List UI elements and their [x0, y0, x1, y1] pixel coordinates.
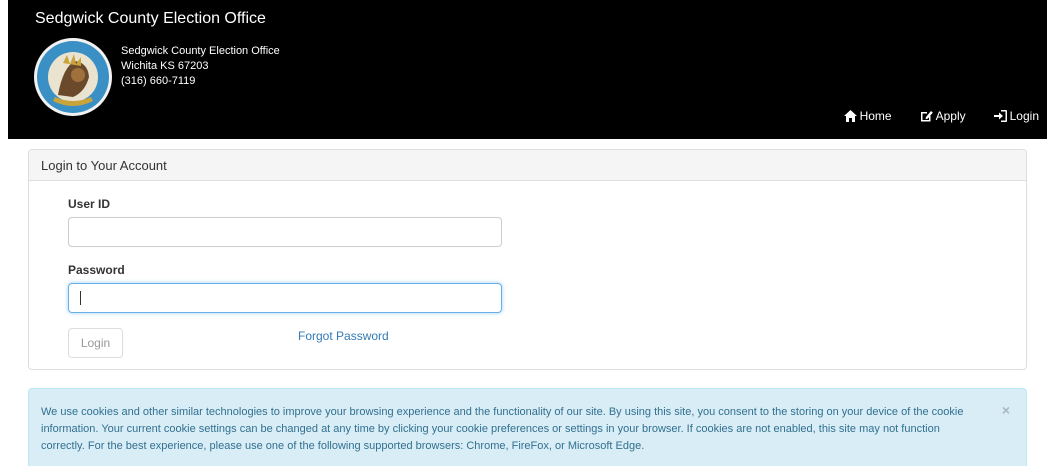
office-name: Sedgwick County Election Office — [121, 45, 280, 57]
nav-login[interactable]: Login — [993, 109, 1039, 123]
login-icon — [993, 110, 1007, 122]
text-caret — [80, 291, 81, 305]
nav-apply-label: Apply — [935, 109, 966, 123]
user-id-input[interactable] — [68, 217, 502, 247]
cookie-notice: We use cookies and other similar technol… — [28, 388, 1027, 466]
login-panel: Login to Your Account User ID Password L… — [28, 149, 1027, 370]
office-phone: (316) 660-7119 — [121, 75, 196, 87]
site-title[interactable]: Sedgwick County Election Office — [35, 10, 266, 28]
home-icon — [843, 110, 857, 122]
close-icon[interactable]: × — [1002, 402, 1010, 418]
nav-home-label: Home — [859, 109, 892, 123]
office-info: Sedgwick County Election Office Wichita … — [121, 44, 280, 89]
login-panel-heading: Login to Your Account — [29, 150, 1026, 181]
forgot-password-link[interactable]: Forgot Password — [298, 329, 389, 343]
password-label: Password — [68, 263, 125, 277]
nav-apply[interactable]: Apply — [920, 109, 966, 123]
user-id-label: User ID — [68, 197, 111, 211]
nav-login-label: Login — [1009, 109, 1039, 123]
top-nav: Home Apply Login — [816, 109, 1039, 123]
office-city: Wichita KS 67203 — [121, 60, 209, 72]
login-button[interactable]: Login — [68, 328, 123, 358]
cookie-notice-text: We use cookies and other similar technol… — [41, 406, 964, 452]
site-header: Sedgwick County Election Office Sedgwick… — [8, 0, 1047, 139]
county-seal-icon — [34, 38, 112, 116]
edit-icon — [920, 111, 933, 122]
password-input[interactable] — [68, 283, 502, 313]
nav-home[interactable]: Home — [843, 109, 892, 123]
